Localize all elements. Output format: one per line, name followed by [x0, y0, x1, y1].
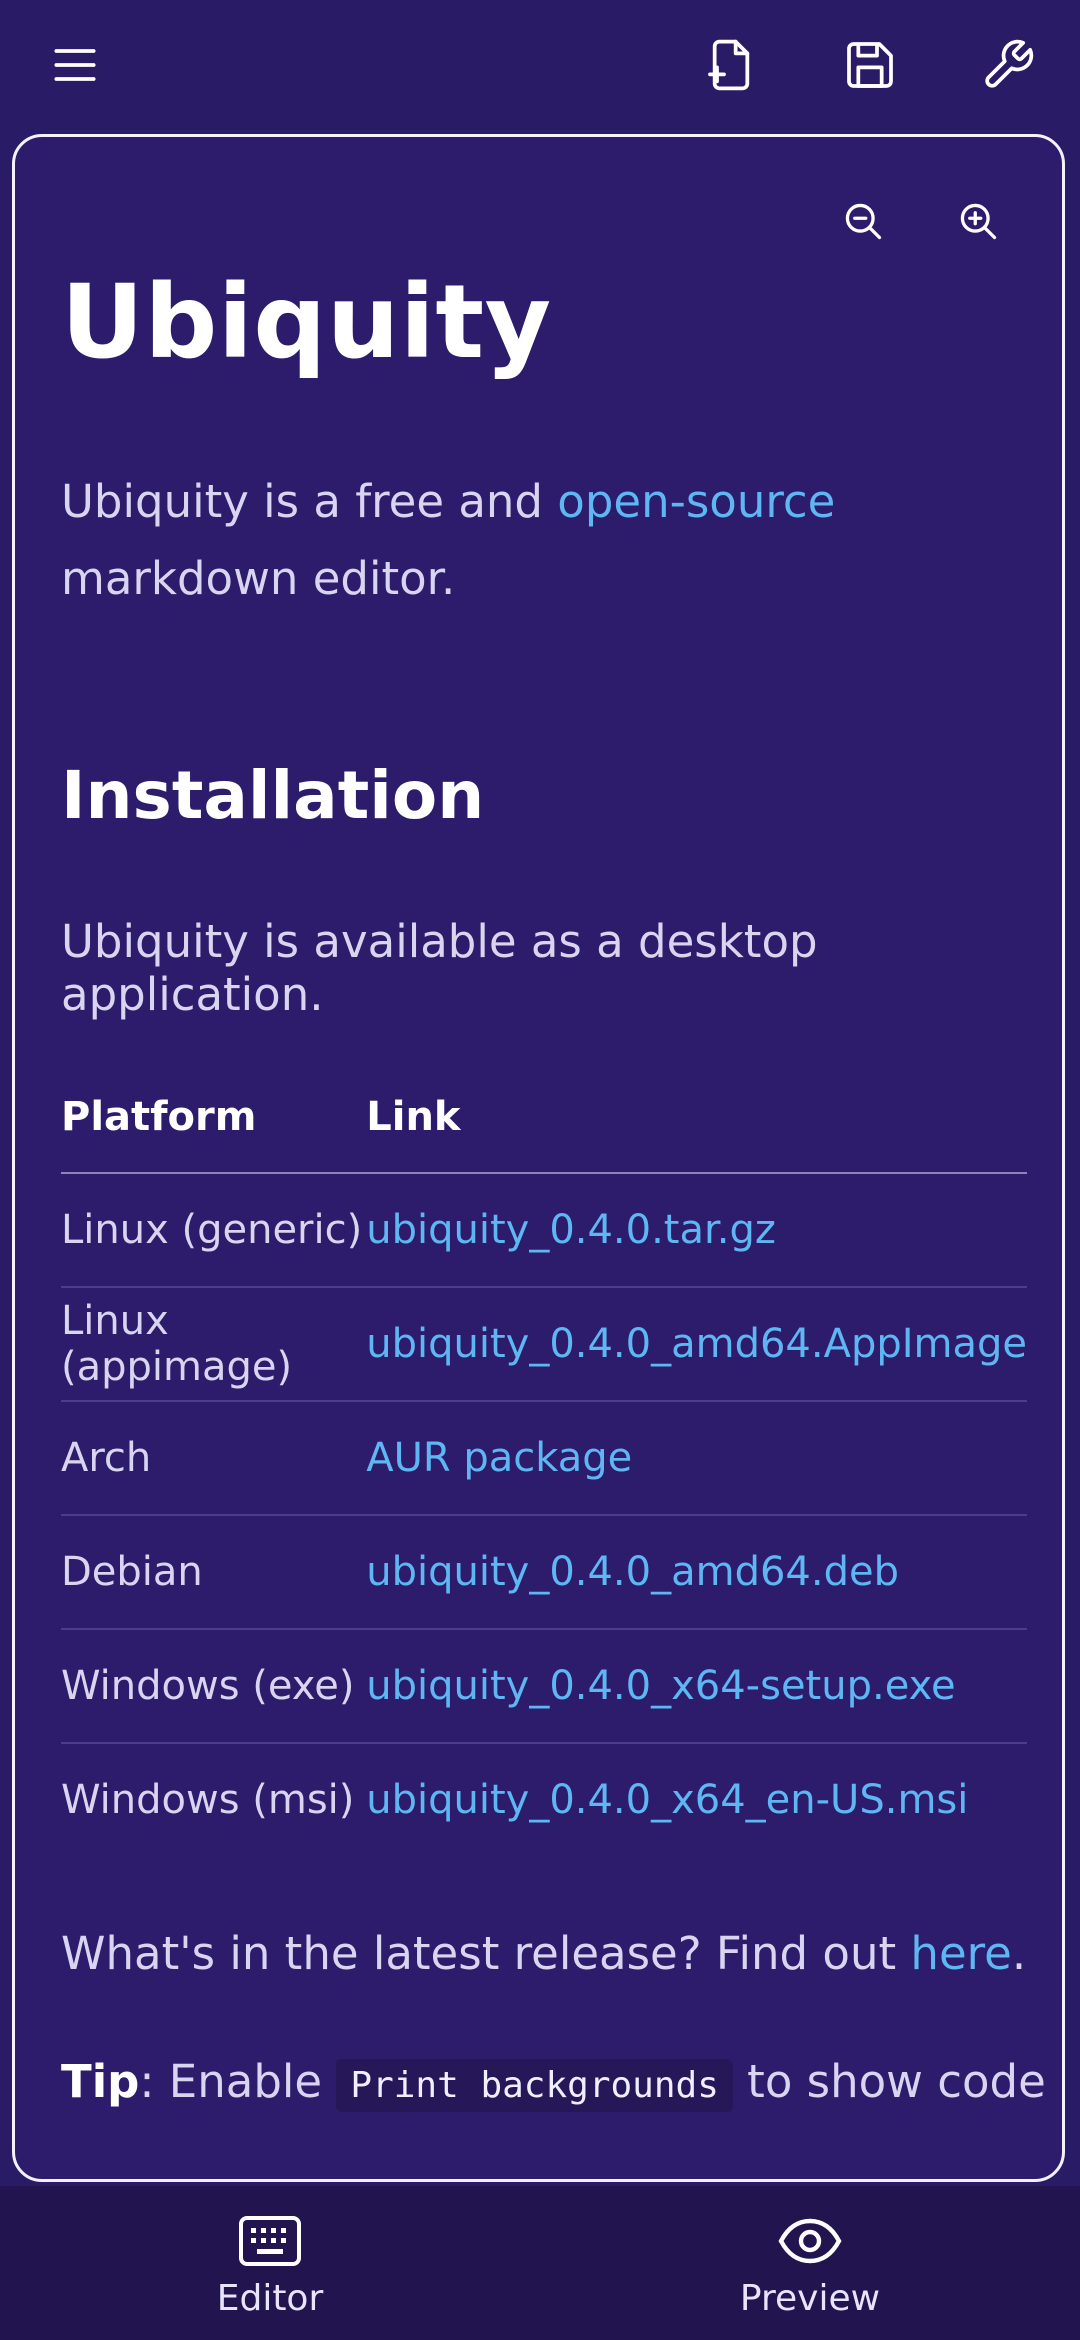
- inline-code: Print backgrounds: [336, 2059, 733, 2112]
- table-row: Debian ubiquity_0.4.0_amd64.deb: [61, 1515, 1027, 1629]
- platform-cell: Windows (exe): [61, 1663, 355, 1709]
- latest-text-start: What's in the latest release? Find out: [61, 1927, 911, 1980]
- bottom-navigation: Editor Preview: [0, 2186, 1080, 2340]
- save-icon: [847, 42, 893, 88]
- editor-tab[interactable]: Editor: [0, 2186, 540, 2340]
- markdown-preview-panel[interactable]: Ubiquity Ubiquity is a free and open-sou…: [12, 134, 1065, 2182]
- settings-button[interactable]: [976, 33, 1040, 97]
- top-toolbar: [0, 0, 1080, 134]
- tip-text: Tip: Enable Print backgrounds to show co…: [61, 2055, 1046, 2112]
- page-title: Ubiquity: [61, 263, 552, 382]
- zoom-in-icon: [960, 203, 997, 240]
- platform-cell: Linux (appimage): [61, 1298, 293, 1390]
- editor-tab-label: Editor: [216, 2278, 324, 2319]
- preview-tab-label: Preview: [739, 2278, 881, 2319]
- tip-text-end: to show code: [732, 2055, 1046, 2108]
- tip-label: Tip: [61, 2055, 140, 2108]
- table-row: Windows (exe) ubiquity_0.4.0_x64-setup.e…: [61, 1629, 1027, 1743]
- keyboard-icon: [239, 2216, 301, 2266]
- latest-release-text: What's in the latest release? Find out h…: [61, 1927, 1026, 1980]
- eye-icon: [778, 2218, 842, 2264]
- platform-cell: Debian: [61, 1549, 203, 1595]
- new-file-icon: [708, 39, 750, 91]
- download-link[interactable]: ubiquity_0.4.0_x64-setup.exe: [366, 1663, 955, 1709]
- download-link[interactable]: AUR package: [366, 1435, 632, 1481]
- platform-cell: Linux (generic): [61, 1207, 363, 1253]
- installation-heading: Installation: [61, 757, 485, 834]
- wrench-icon: [985, 39, 1034, 88]
- downloads-table: Platform Link Linux (generic) ubiquity_0…: [61, 1062, 1027, 1856]
- table-row: Arch AUR package: [61, 1401, 1027, 1515]
- menu-button[interactable]: [43, 33, 107, 97]
- zoom-in-button[interactable]: [950, 193, 1006, 249]
- new-file-button[interactable]: [699, 33, 763, 97]
- download-link[interactable]: ubiquity_0.4.0.tar.gz: [366, 1207, 776, 1253]
- open-source-link[interactable]: open-source: [557, 475, 835, 528]
- platform-column-header: Platform: [61, 1094, 257, 1140]
- platform-cell: Arch: [61, 1435, 152, 1481]
- intro-paragraph: Ubiquity is a free and open-source markd…: [61, 463, 1031, 617]
- download-link[interactable]: ubiquity_0.4.0_x64_en-US.msi: [366, 1777, 968, 1823]
- hamburger-menu-icon: [54, 49, 96, 81]
- table-header-row: Platform Link: [61, 1062, 1027, 1173]
- link-column-header: Link: [366, 1094, 461, 1140]
- zoom-out-button[interactable]: [835, 193, 891, 249]
- intro-text-start: Ubiquity is a free and: [61, 475, 558, 528]
- zoom-out-icon: [845, 203, 882, 240]
- table-row: Linux (generic) ubiquity_0.4.0.tar.gz: [61, 1173, 1027, 1287]
- preview-tab[interactable]: Preview: [540, 2186, 1080, 2340]
- save-button[interactable]: [838, 33, 902, 97]
- availability-text: Ubiquity is available as a desktop appli…: [61, 915, 818, 1021]
- platform-cell: Windows (msi): [61, 1777, 355, 1823]
- tip-text-start: : Enable: [139, 2055, 337, 2108]
- table-row: Windows (msi) ubiquity_0.4.0_x64_en-US.m…: [61, 1743, 1027, 1856]
- release-notes-link[interactable]: here: [910, 1927, 1011, 1980]
- intro-text-end: markdown editor.: [61, 552, 456, 605]
- table-row: Linux (appimage) ubiquity_0.4.0_amd64.Ap…: [61, 1287, 1027, 1401]
- download-link[interactable]: ubiquity_0.4.0_amd64.deb: [366, 1549, 899, 1595]
- download-link[interactable]: ubiquity_0.4.0_amd64.AppImage: [366, 1321, 1027, 1367]
- latest-text-end: .: [1011, 1927, 1027, 1980]
